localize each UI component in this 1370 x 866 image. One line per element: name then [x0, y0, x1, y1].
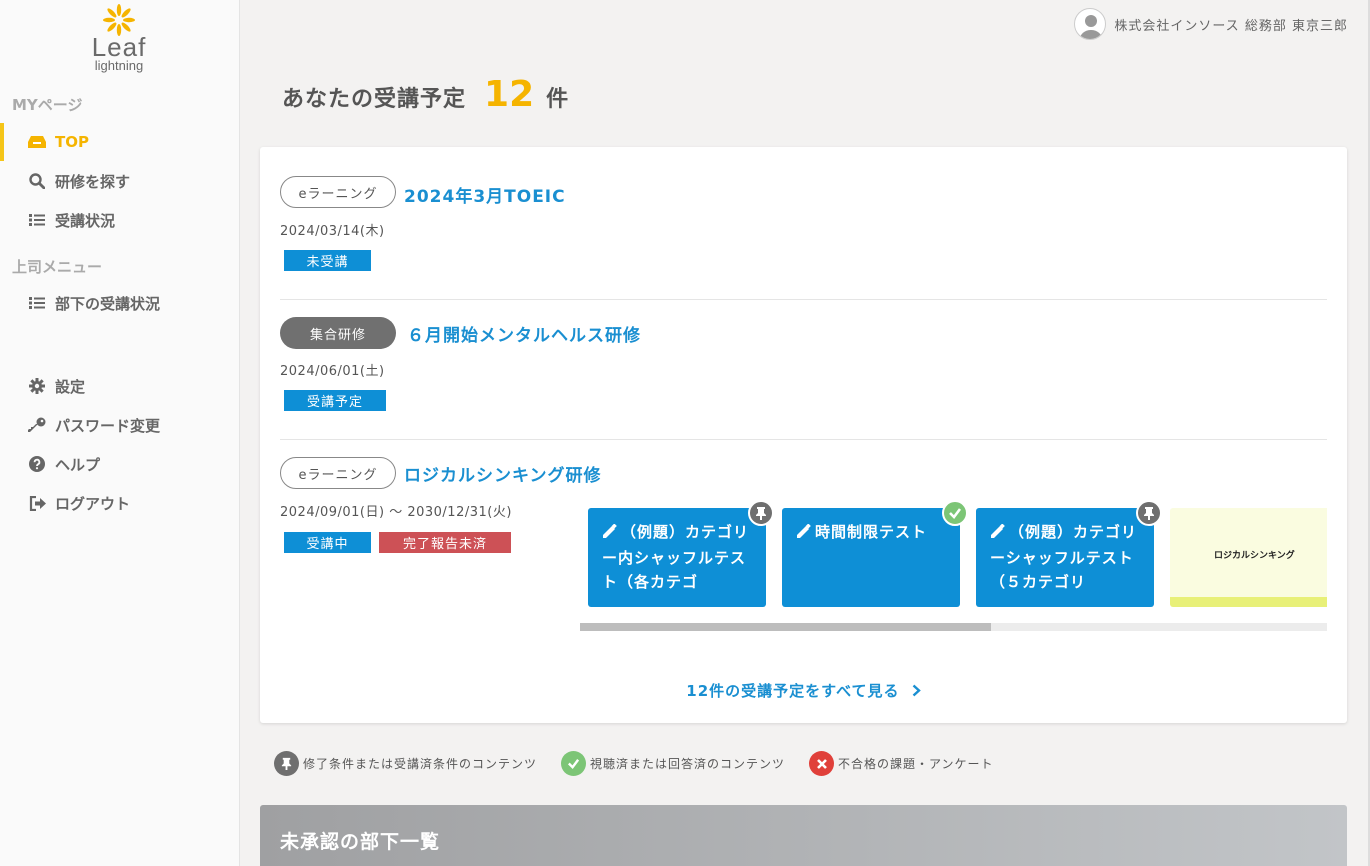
close-icon	[809, 751, 835, 776]
course-item: eラーニング 2024年3月TOEIC 2024/03/14(木) 未受講	[280, 147, 1327, 300]
sidebar-item-settings[interactable]: 設定	[0, 367, 239, 405]
course-title-link[interactable]: ロジカルシンキング研修	[404, 461, 602, 486]
pencil-icon	[602, 522, 617, 546]
course-date: 2024/03/14(木)	[280, 224, 385, 239]
legend-item: 不合格の課題・アンケート	[809, 751, 994, 776]
sidebar-item-label: 設定	[55, 377, 86, 396]
pencil-icon	[990, 522, 1005, 546]
see-all-link[interactable]: 12件の受講予定をすべて見る	[260, 680, 1347, 701]
status-badge: 受講中	[284, 532, 371, 553]
unapproved-subordinates-panel: 未承認の部下一覧	[260, 805, 1347, 866]
sidebar-item-password[interactable]: パスワード変更	[0, 406, 239, 444]
page-title: あなたの受講予定 12 件	[282, 74, 568, 115]
course-type-tag: 集合研修	[280, 317, 396, 349]
chevron-right-icon	[912, 683, 921, 701]
section-my-page: MYページ	[12, 96, 83, 114]
legend-text: 修了条件または受講済条件のコンテンツ	[303, 757, 538, 771]
thumbnail-title: ロジカルシンキング	[1214, 551, 1295, 561]
logo[interactable]: Leaf lightning	[86, 4, 152, 74]
sidebar: Leaf lightning MYページ TOP 研修を探す 受講状況 上司メニ…	[0, 0, 240, 866]
course-type-tag: eラーニング	[280, 176, 396, 208]
user-name: 東京三郎	[1291, 18, 1348, 34]
sidebar-item-label: ログアウト	[55, 494, 131, 513]
avatar	[1074, 8, 1107, 40]
course-date: 2024/09/01(日) ～ 2030/12/31(火)	[280, 505, 512, 520]
content-tile[interactable]: （例題）カテゴリーシャッフルテスト（５カテゴリ	[976, 508, 1154, 607]
status-badge: 未受講	[284, 250, 371, 271]
content-tile-text: 時間制限テスト	[815, 523, 928, 541]
title-suffix: 件	[546, 87, 569, 112]
status-badge: 完了報告未済	[379, 532, 511, 553]
pin-icon	[748, 500, 774, 526]
content-tile-text: （例題）カテゴリーシャッフルテスト（５カテゴリ	[990, 523, 1138, 591]
section-boss-menu: 上司メニュー	[12, 258, 103, 276]
see-all-text: 12件の受講予定をすべて見る	[686, 682, 900, 700]
title-count: 12	[484, 74, 535, 115]
logo-sub: lightning	[94, 58, 144, 73]
course-title-link[interactable]: 2024年3月TOEIC	[404, 182, 566, 207]
legend-item: 修了条件または受講済条件のコンテンツ	[274, 751, 537, 776]
content-tile-text: （例題）カテゴリー内シャッフルテスト（各カテゴ	[602, 523, 750, 591]
check-icon	[942, 500, 968, 526]
sidebar-item-label: 研修を探す	[55, 172, 131, 191]
logout-icon	[28, 494, 46, 512]
course-item: 集合研修 ６月開始メンタルヘルス研修 2024/06/01(土) 受講予定	[280, 300, 1327, 440]
course-title-link[interactable]: ６月開始メンタルヘルス研修	[407, 321, 641, 346]
sidebar-item-top[interactable]: TOP	[0, 123, 239, 161]
content-tile[interactable]: 時間制限テスト	[782, 508, 960, 607]
pencil-icon	[796, 522, 811, 546]
gear-icon	[28, 377, 46, 395]
sidebar-item-label: 部下の受講状況	[55, 294, 161, 313]
content-tile[interactable]: （例題）カテゴリー内シャッフルテスト（各カテゴ	[588, 508, 766, 607]
inbox-icon	[28, 133, 46, 151]
sidebar-item-help[interactable]: ヘルプ	[0, 445, 239, 483]
content-thumbnail[interactable]: ロジカルシンキング	[1170, 508, 1327, 607]
sidebar-item-label: 受講状況	[55, 211, 116, 230]
list-icon	[28, 294, 46, 312]
logo-name: Leaf	[91, 32, 147, 62]
pin-icon	[1136, 500, 1162, 526]
sidebar-item-subordinate-status[interactable]: 部下の受講状況	[0, 284, 239, 322]
status-badge: 受講予定	[284, 390, 386, 411]
user-menu[interactable]: 株式会社インソース 総務部 東京三郎	[1074, 8, 1348, 40]
panel-title: 未承認の部下一覧	[280, 831, 441, 853]
thumbnail-strip	[1170, 597, 1327, 607]
course-date: 2024/06/01(土)	[280, 364, 385, 379]
sidebar-item-status[interactable]: 受講状況	[0, 201, 239, 239]
legend-text: 視聴済または回答済のコンテンツ	[590, 757, 786, 771]
sidebar-item-label: パスワード変更	[55, 416, 161, 435]
list-icon	[28, 211, 46, 229]
check-icon	[561, 751, 587, 776]
legend-text: 不合格の課題・アンケート	[838, 757, 994, 771]
user-company: 株式会社インソース	[1114, 18, 1240, 34]
help-icon	[28, 455, 46, 473]
sidebar-item-label: TOP	[55, 133, 89, 151]
course-type-tag: eラーニング	[280, 457, 396, 489]
scrollbar-thumb[interactable]	[580, 623, 991, 631]
sidebar-item-search-training[interactable]: 研修を探す	[0, 162, 239, 200]
pin-icon	[274, 751, 299, 776]
user-department: 総務部	[1244, 18, 1287, 34]
sidebar-item-logout[interactable]: ログアウト	[0, 484, 239, 522]
key-icon	[28, 416, 46, 434]
schedule-card: eラーニング 2024年3月TOEIC 2024/03/14(木) 未受講 集合…	[260, 147, 1347, 723]
title-prefix: あなたの受講予定	[282, 87, 467, 112]
carousel-scrollbar[interactable]	[580, 623, 1327, 631]
legend: 修了条件または受講済条件のコンテンツ 視聴済または回答済のコンテンツ 不合格の課…	[274, 751, 1018, 776]
sidebar-item-label: ヘルプ	[55, 455, 101, 474]
search-icon	[28, 172, 46, 190]
legend-item: 視聴済または回答済のコンテンツ	[561, 751, 785, 776]
